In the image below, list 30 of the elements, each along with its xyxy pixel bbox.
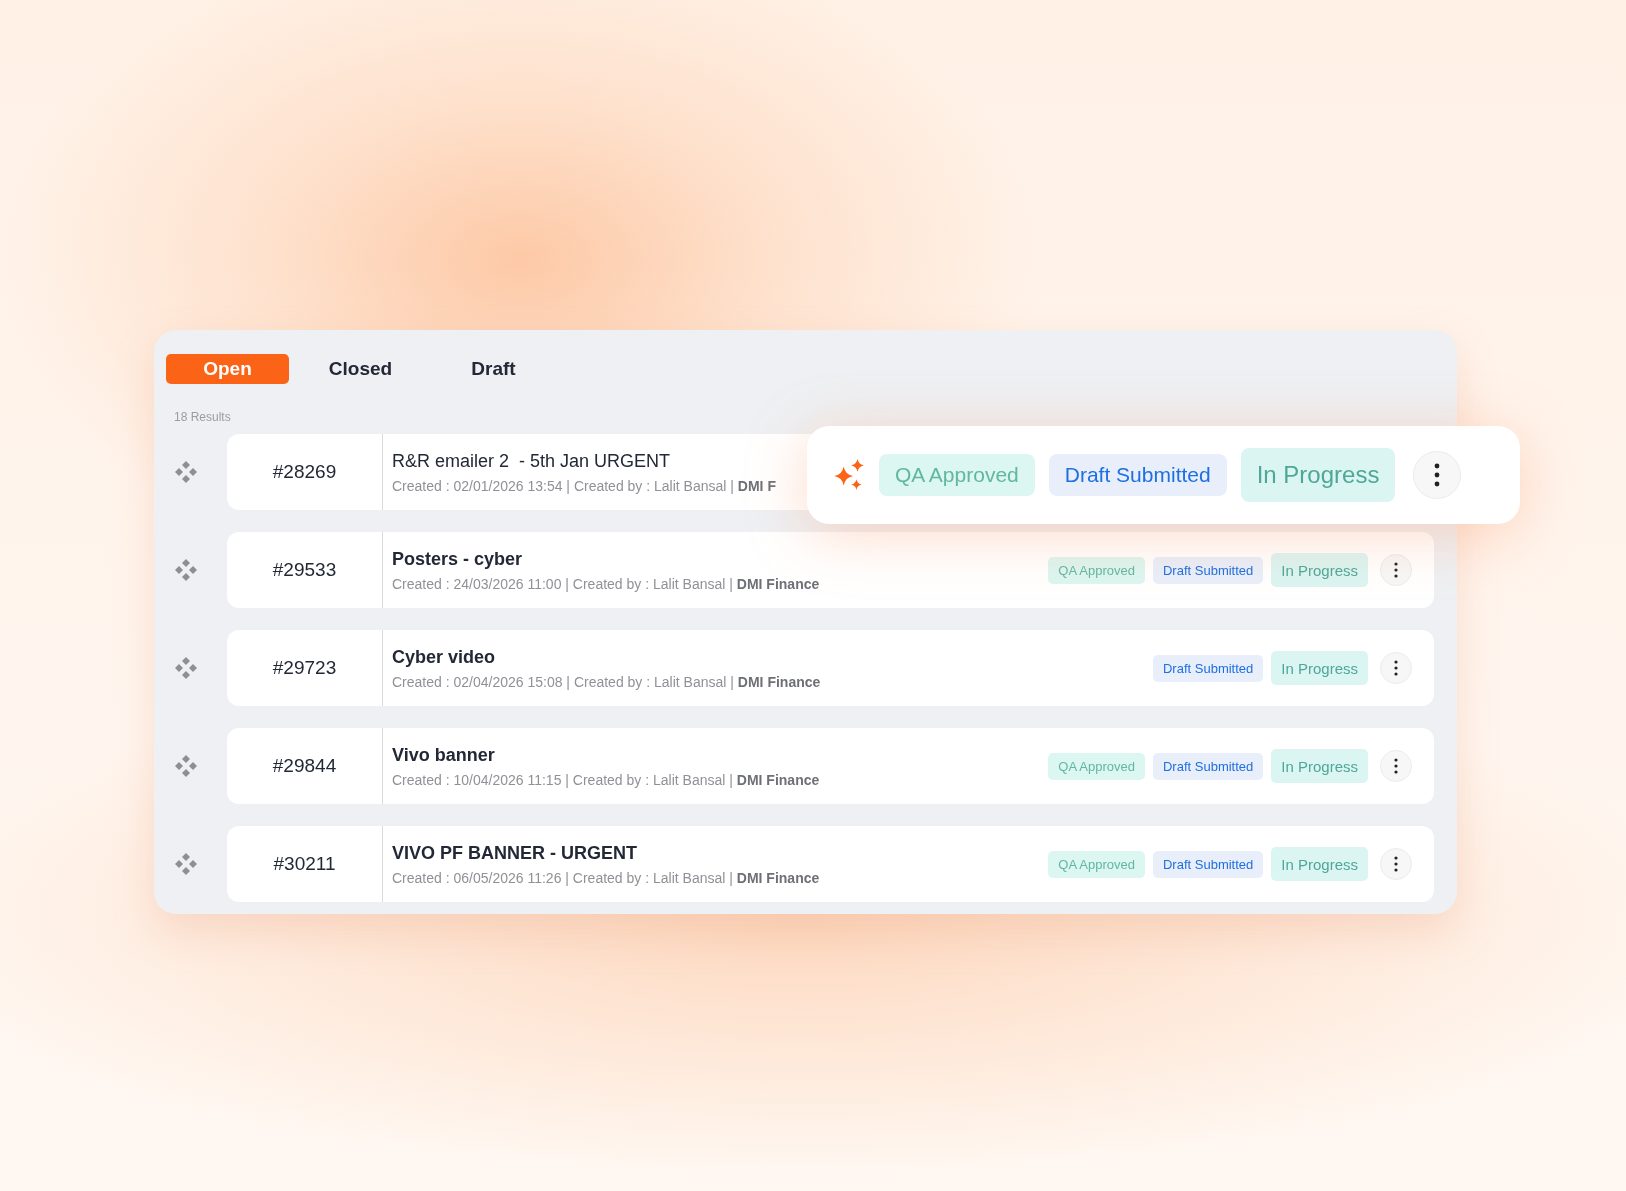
- ticket-id: #29844: [227, 728, 383, 804]
- status-badge: In Progress: [1271, 847, 1368, 881]
- ticket-id: #28269: [227, 434, 383, 510]
- results-count: 18 Results: [174, 410, 232, 424]
- ticket-meta: Created : 24/03/2026 11:00 | Created by : Lalit Bansal | DMI Finance: [392, 575, 820, 592]
- draft-submitted-badge: Draft Submitted: [1152, 850, 1264, 878]
- ticket-meta: Created : 02/04/2026 15:08 | Created by : Lalit Bansal | DMI Finance: [392, 673, 821, 690]
- status-badge: In Progress: [1271, 553, 1368, 587]
- draft-submitted-badge: Draft Submitted: [1152, 556, 1264, 584]
- status-badge: In Progress: [1271, 749, 1368, 783]
- draft-submitted-badge: Draft Submitted: [1152, 654, 1264, 682]
- status-badge: In Progress: [1271, 651, 1368, 685]
- ticket-meta: Created : 10/04/2026 11:15 | Created by : Lalit Bansal | DMI Finance: [392, 771, 820, 788]
- draft-submitted-badge: Draft Submitted: [1152, 752, 1264, 780]
- ticket-id: #29723: [227, 630, 383, 706]
- ticket-id: #29533: [227, 532, 383, 608]
- draft-submitted-badge: Draft Submitted: [1048, 454, 1227, 496]
- ticket-title: Vivo banner: [392, 744, 495, 766]
- qa-approved-badge: QA Approved: [1048, 752, 1145, 780]
- qa-approved-badge: QA Approved: [1048, 556, 1145, 584]
- qa-approved-badge: QA Approved: [1048, 850, 1145, 878]
- status-badge: In Progress: [1240, 448, 1396, 502]
- ticket-meta: Created : 02/01/2026 13:54 | Created by : Lalit Bansal | DMI F: [392, 477, 776, 494]
- ticket-id: #30211: [227, 826, 383, 902]
- ticket-title: R&R emailer 2 - 5th Jan URGENT: [392, 450, 671, 472]
- ticket-meta: Created : 06/05/2026 11:26 | Created by : Lalit Bansal | DMI Finance: [392, 869, 820, 886]
- qa-approved-badge: QA Approved: [879, 454, 1035, 496]
- ticket-title: Posters - cyber: [392, 548, 523, 570]
- ticket-title: Cyber video: [392, 646, 496, 668]
- ticket-title: VIVO PF BANNER - URGENT: [392, 842, 637, 864]
